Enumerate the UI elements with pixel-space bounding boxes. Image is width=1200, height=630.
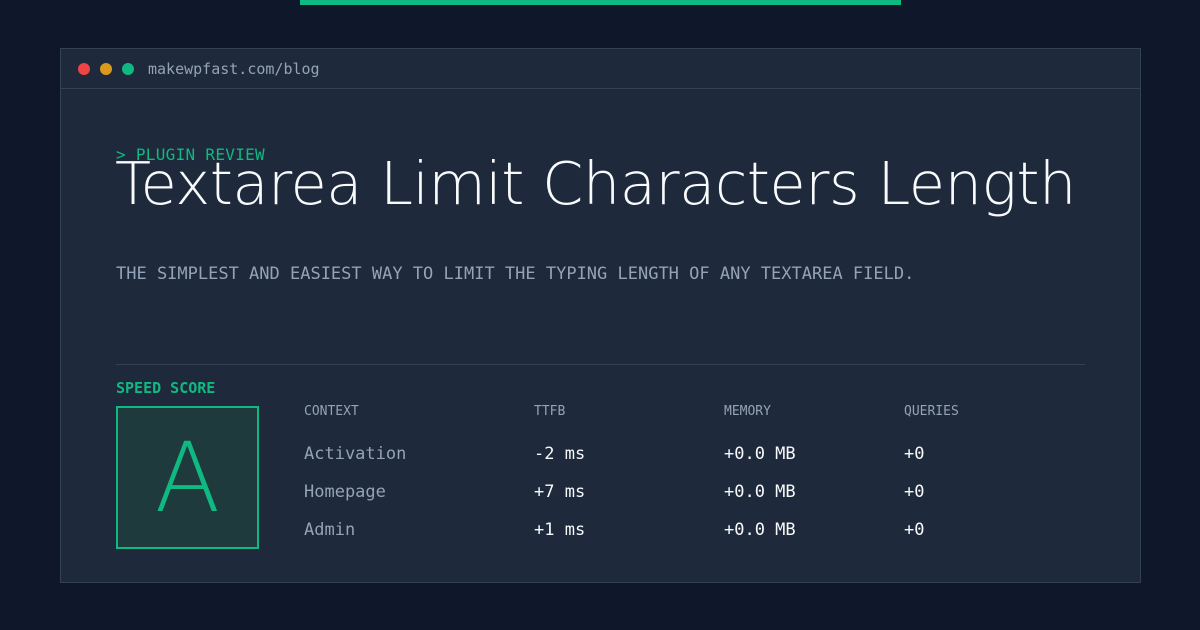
close-dot[interactable] <box>78 62 90 75</box>
row-memory: +0.0 MB <box>724 444 796 464</box>
row-memory: +0.0 MB <box>724 482 796 502</box>
row-context: Homepage <box>304 482 386 502</box>
row-context: Admin <box>304 520 356 540</box>
maximize-dot[interactable] <box>122 62 134 75</box>
grade-badge: A <box>116 406 259 549</box>
window-titlebar: makewpfast.com/blog <box>61 49 1140 89</box>
header-queries: QUERIES <box>904 404 959 419</box>
row-memory: +0.0 MB <box>724 520 796 540</box>
row-queries: +0 <box>904 520 925 540</box>
header-context: CONTEXT <box>304 404 359 419</box>
row-context: Activation <box>304 444 407 464</box>
table-row: Homepage +7 ms +0.0 MB +0 <box>304 482 1064 512</box>
header-memory: MEMORY <box>724 404 771 419</box>
table-row: Activation -2 ms +0.0 MB +0 <box>304 444 1064 474</box>
top-accent-bar <box>300 0 901 5</box>
section-divider <box>116 364 1085 365</box>
browser-window: makewpfast.com/blog > PLUGIN REVIEW Text… <box>60 48 1141 583</box>
url-text: makewpfast.com/blog <box>148 59 320 78</box>
row-ttfb: -2 ms <box>534 444 586 464</box>
page-title: Textarea Limit Characters Length <box>115 149 1076 218</box>
row-queries: +0 <box>904 444 925 464</box>
page-subtitle: THE SIMPLEST AND EASIEST WAY TO LIMIT TH… <box>116 264 915 284</box>
grade-letter: A <box>154 421 221 534</box>
header-ttfb: TTFB <box>534 404 566 419</box>
row-ttfb: +1 ms <box>534 520 586 540</box>
table-row: Admin +1 ms +0.0 MB +0 <box>304 520 1064 550</box>
row-queries: +0 <box>904 482 925 502</box>
row-ttfb: +7 ms <box>534 482 586 502</box>
minimize-dot[interactable] <box>100 62 112 75</box>
speed-score-label: SPEED SCORE <box>116 379 216 397</box>
metrics-header-row: CONTEXT TTFB MEMORY QUERIES <box>304 404 1064 434</box>
